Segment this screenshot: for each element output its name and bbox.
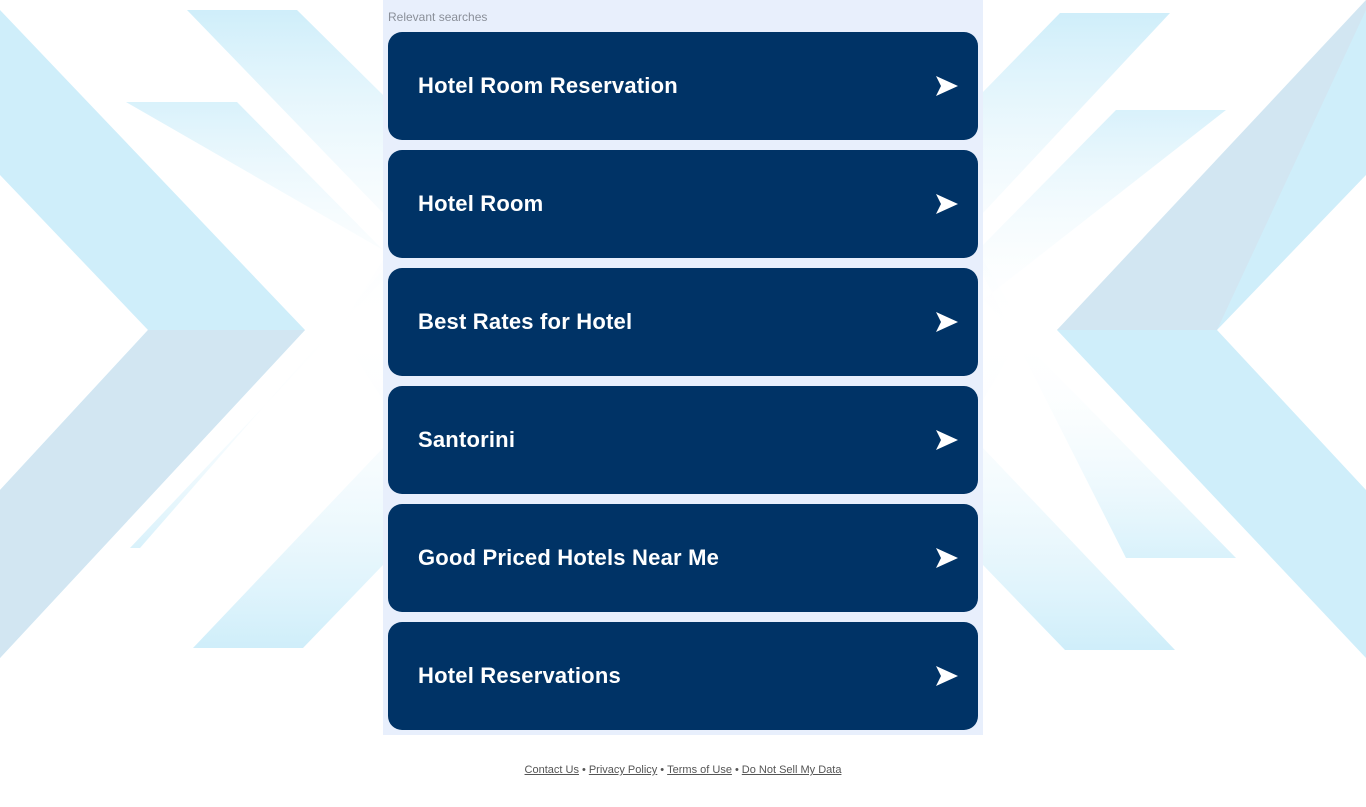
footer-separator: • <box>734 764 739 776</box>
arrow-right-icon <box>936 194 958 214</box>
arrow-right-icon <box>936 548 958 568</box>
result-label: Santorini <box>418 427 516 452</box>
result-label: Good Priced Hotels Near Me <box>418 545 720 570</box>
result-item-hotel-room[interactable]: Hotel Room <box>388 150 978 258</box>
result-item-hotel-room-reservation[interactable]: Hotel Room Reservation <box>388 32 978 140</box>
panel-heading: Relevant searches <box>388 10 488 24</box>
result-label: Hotel Reservations <box>418 663 621 688</box>
arrow-right-icon <box>936 430 958 450</box>
result-item-hotel-reservations[interactable]: Hotel Reservations <box>388 622 978 730</box>
result-item-good-priced-hotels-near-me[interactable]: Good Priced Hotels Near Me <box>388 504 978 612</box>
results-list: Hotel Room Reservation Hotel Room Best R… <box>388 32 978 740</box>
result-item-best-rates-for-hotel[interactable]: Best Rates for Hotel <box>388 268 978 376</box>
footer-separator: • <box>660 764 665 776</box>
result-label: Hotel Room Reservation <box>418 73 678 98</box>
contact-us-link[interactable]: Contact Us <box>525 764 579 776</box>
relevant-searches-panel: Relevant searches Hotel Room Reservation… <box>383 0 983 735</box>
footer-separator: • <box>581 764 586 776</box>
do-not-sell-my-data-link[interactable]: Do Not Sell My Data <box>742 764 842 776</box>
arrow-right-icon <box>936 312 958 332</box>
arrow-right-icon <box>936 76 958 96</box>
privacy-policy-link[interactable]: Privacy Policy <box>589 764 657 776</box>
result-label: Hotel Room <box>418 191 544 216</box>
footer: Contact Us • Privacy Policy • Terms of Use • D… <box>0 764 1366 776</box>
terms-of-use-link[interactable]: Terms of Use <box>667 764 732 776</box>
result-item-santorini[interactable]: Santorini <box>388 386 978 494</box>
result-label: Best Rates for Hotel <box>418 309 633 334</box>
arrow-right-icon <box>936 666 958 686</box>
